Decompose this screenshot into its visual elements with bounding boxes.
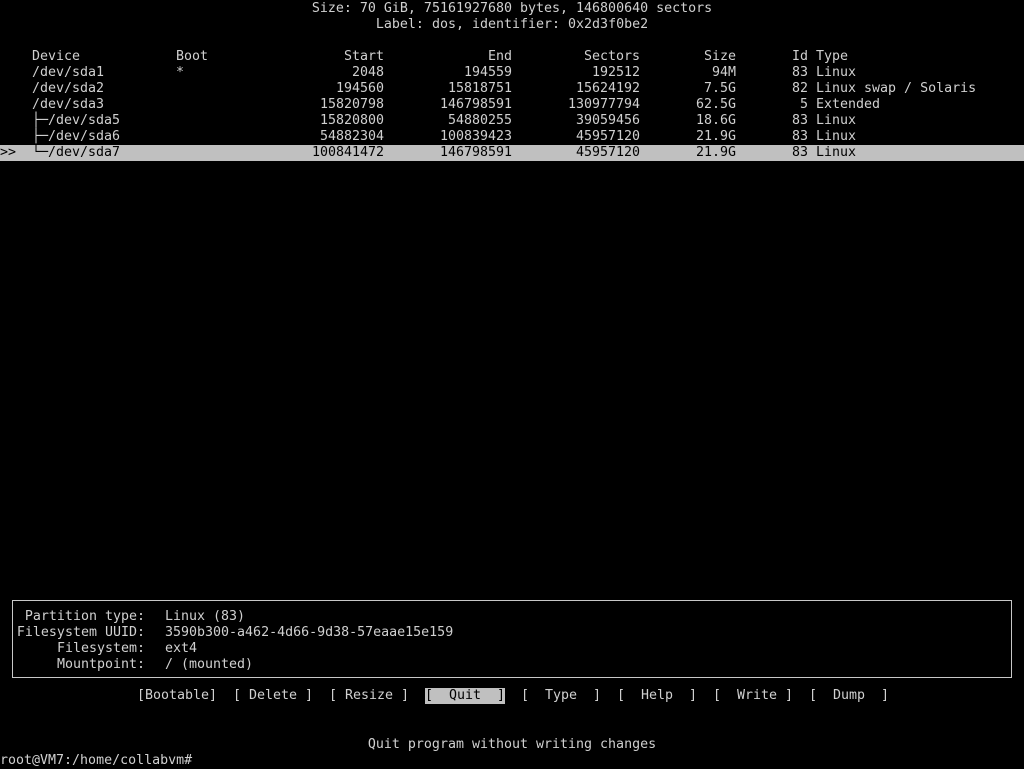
column-device: Device (32, 49, 81, 64)
end-sector: 194559 (463, 65, 512, 80)
boot-flag: * (176, 65, 185, 80)
status-message: Quit program without writing changes (367, 737, 657, 752)
uuid-value: 3590b300-a462-4d66-9d38-57eaae15e159 (165, 625, 454, 640)
partition-id: 83 (791, 145, 808, 160)
end-sector: 15818751 (447, 81, 512, 96)
partition-type-label: Partition type: (24, 609, 145, 624)
end-sector: 100839423 (439, 129, 512, 144)
start-sector: 15820800 (319, 113, 384, 128)
partition-info-box: Partition type: Linux (83) Filesystem UU… (12, 600, 1012, 678)
selection-marker: >> (0, 145, 17, 160)
sector-count: 39059456 (575, 113, 640, 128)
partition-type: Linux (816, 113, 857, 128)
sector-count: 130977794 (567, 97, 640, 112)
partition-type: Linux swap / Solaris (816, 81, 977, 96)
disk-size-line: Size: 70 GiB, 75161927680 bytes, 1468006… (311, 1, 713, 16)
uuid-label: Filesystem UUID: (16, 625, 145, 640)
partition-id: 83 (791, 65, 808, 80)
filesystem-label: Filesystem: (56, 641, 145, 656)
partition-id: 5 (799, 97, 808, 112)
device-name: /dev/sda1 (32, 65, 105, 80)
resize-button[interactable]: [ Resize ] (329, 688, 409, 704)
filesystem-value: ext4 (165, 641, 198, 656)
start-sector: 194560 (335, 81, 384, 96)
partition-size: 21.9G (695, 145, 736, 160)
dump-button[interactable]: [ Dump ] (809, 688, 889, 704)
partition-type: Linux (816, 145, 857, 160)
partition-size: 21.9G (695, 129, 736, 144)
tree-branch-glyph: ├─ (32, 113, 49, 128)
partition-type-value: Linux (83) (165, 609, 246, 624)
sector-count: 15624192 (575, 81, 640, 96)
partition-type: Linux (816, 65, 857, 80)
partition-id: 83 (791, 129, 808, 144)
help-button[interactable]: [ Help ] (617, 688, 697, 704)
quit-button[interactable]: [ Quit ] (425, 688, 506, 704)
column-id: Id (791, 49, 808, 64)
partition-type: Extended (816, 97, 881, 112)
action-menu: [Bootable] [ Delete ] [ Resize ] [ Quit … (0, 688, 1024, 704)
sector-count: 45957120 (575, 145, 640, 160)
partition-row-sda5[interactable]: ├─ /dev/sda5 15820800 54880255 39059456 … (0, 113, 1024, 129)
device-name: /dev/sda6 (48, 129, 121, 144)
device-name: /dev/sda5 (48, 113, 121, 128)
column-size: Size (703, 49, 736, 64)
start-sector: 15820798 (319, 97, 384, 112)
end-sector: 146798591 (439, 145, 512, 160)
delete-button[interactable]: [ Delete ] (233, 688, 313, 704)
start-sector: 2048 (351, 65, 384, 80)
partition-size: 62.5G (695, 97, 736, 112)
end-sector: 54880255 (447, 113, 512, 128)
disk-label-line: Label: dos, identifier: 0x2d3f0be2 (375, 17, 649, 32)
sector-count: 45957120 (575, 129, 640, 144)
column-end: End (487, 49, 512, 64)
table-header: Device Boot Start End Sectors Size Id Ty… (0, 49, 1024, 65)
start-sector: 54882304 (319, 129, 384, 144)
column-start: Start (343, 49, 384, 64)
partition-size: 94M (711, 65, 736, 80)
write-button[interactable]: [ Write ] (713, 688, 793, 704)
end-sector: 146798591 (439, 97, 512, 112)
partition-row-sda2[interactable]: /dev/sda2 194560 15818751 15624192 7.5G … (0, 81, 1024, 97)
device-name: /dev/sda2 (32, 81, 105, 96)
sector-count: 192512 (591, 65, 640, 80)
device-name: /dev/sda7 (48, 145, 121, 160)
type-button[interactable]: [ Type ] (521, 688, 601, 704)
partition-size: 18.6G (695, 113, 736, 128)
partition-id: 83 (791, 113, 808, 128)
column-type: Type (816, 49, 849, 64)
device-name: /dev/sda3 (32, 97, 105, 112)
partition-row-sda7[interactable]: >> └─ /dev/sda7 100841472 146798591 4595… (0, 145, 1024, 161)
bootable-button[interactable]: [Bootable] (137, 688, 217, 704)
partition-type: Linux (816, 129, 857, 144)
partition-row-sda6[interactable]: ├─ /dev/sda6 54882304 100839423 45957120… (0, 129, 1024, 145)
partition-id: 82 (791, 81, 808, 96)
tree-end-glyph: └─ (32, 145, 49, 160)
shell-prompt[interactable]: root@VM7:/home/collabvm# (0, 753, 192, 769)
partition-row-sda1[interactable]: /dev/sda1 * 2048 194559 192512 94M 83 Li… (0, 65, 1024, 81)
column-boot: Boot (176, 49, 209, 64)
column-sectors: Sectors (583, 49, 640, 64)
mountpoint-value: / (mounted) (165, 657, 254, 672)
partition-row-sda3[interactable]: /dev/sda3 15820798 146798591 130977794 6… (0, 97, 1024, 113)
tree-branch-glyph: ├─ (32, 129, 49, 144)
start-sector: 100841472 (311, 145, 384, 160)
mountpoint-label: Mountpoint: (56, 657, 145, 672)
partition-size: 7.5G (703, 81, 736, 96)
